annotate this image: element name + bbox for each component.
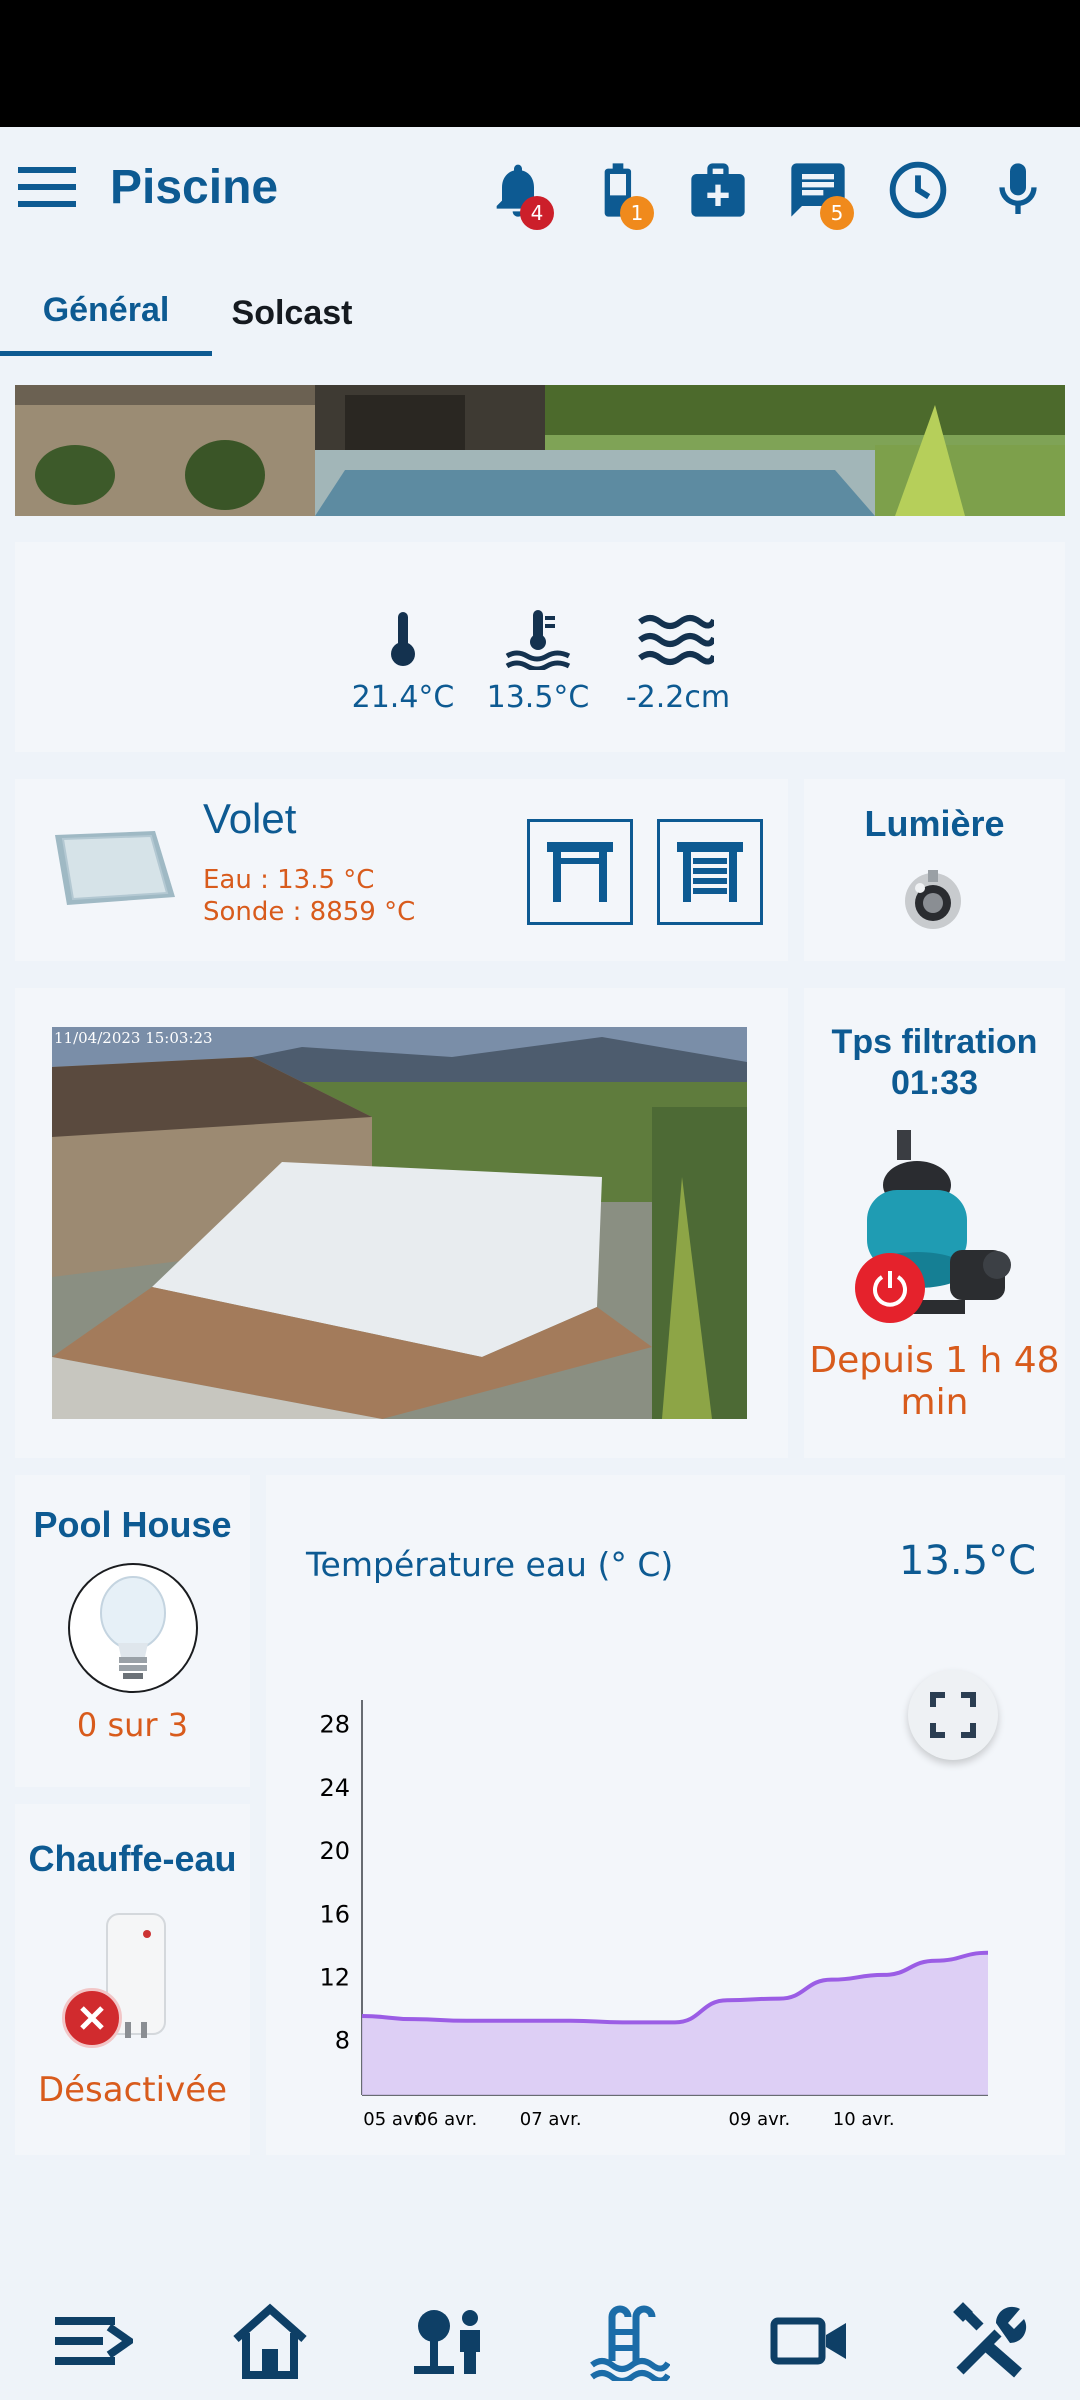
y-tick-label: 28 [319, 1711, 350, 1739]
bottom-nav [0, 2265, 1080, 2400]
tab-general[interactable]: Général [0, 270, 212, 356]
nav-camera[interactable] [760, 2296, 860, 2386]
volet-eau-text: Eau : 13.5 °C [203, 865, 375, 895]
power-icon [873, 1271, 907, 1307]
notification-badge: 4 [520, 196, 554, 230]
notifications-button[interactable]: 4 [482, 150, 554, 230]
water-level-value: -2.2cm [625, 680, 731, 715]
filtration-power-button[interactable] [855, 1253, 925, 1323]
volet-close-button[interactable] [657, 819, 763, 925]
lumiere-title: Lumière [864, 803, 1005, 844]
x-tick-label: 07 avr. [520, 2109, 582, 2130]
water-temp-chart: 81216202428 05 avr.06 avr. 07 avr. 09 avr.… [319, 1700, 989, 2130]
pool-banner-image [15, 385, 1065, 516]
water-level-icon [638, 614, 717, 666]
filtration-title: Tps filtration [831, 1023, 1038, 1061]
light-bulb-icon [100, 1576, 166, 1679]
chauffe-eau-title: Chauffe-eau [28, 1838, 237, 1879]
messages-badge: 5 [820, 196, 854, 230]
cover-close-icon [677, 842, 743, 902]
thermometer-icon [385, 610, 421, 668]
y-tick-label: 20 [319, 1837, 350, 1865]
chauffe-eau-status: Désactivée [37, 2070, 228, 2110]
status-bar [0, 0, 1080, 127]
tools-icon [953, 2302, 1027, 2378]
pool-light-icon[interactable] [900, 868, 966, 934]
first-aid-icon [691, 163, 745, 217]
battery-badge: 1 [620, 196, 654, 230]
volet-title: Volet [203, 795, 297, 842]
cover-open-icon [547, 842, 613, 902]
water-temp-value: 13.5°C [486, 680, 590, 715]
medical-button[interactable] [682, 150, 754, 230]
camera-timestamp: 11/04/2023 15:03:23 [54, 1029, 213, 1047]
nav-menu[interactable] [43, 2296, 143, 2386]
x-tick-label: 06 avr. [415, 2109, 477, 2130]
pool-camera-feed[interactable]: 11/04/2023 15:03:23 [52, 1027, 747, 1419]
volet-sonde-text: Sonde : 8859 °C [203, 897, 416, 927]
filtration-status-line1: Depuis 1 h 48 [809, 1340, 1060, 1381]
page-title: Piscine [110, 161, 279, 214]
menu-list-icon [55, 2317, 133, 2365]
x-tick-label: 10 avr. [833, 2109, 895, 2130]
chart-title: Température eau (° C) [306, 1545, 674, 1584]
y-tick-label: 24 [319, 1774, 350, 1802]
pool-ladder-icon [590, 2305, 670, 2381]
messages-button[interactable]: 5 [782, 150, 854, 230]
pool-cover-icon [55, 825, 175, 910]
volet-open-button[interactable] [527, 819, 633, 925]
nav-pool[interactable] [580, 2296, 680, 2386]
y-tick-label: 8 [335, 2027, 350, 2055]
pool-house-title: Pool House [33, 1504, 232, 1545]
tab-solcast[interactable]: Solcast [212, 270, 372, 356]
filtration-status-line2: min [900, 1382, 969, 1423]
water-thermometer-icon [505, 608, 571, 672]
nav-home[interactable] [220, 2296, 320, 2386]
x-tick-label: 09 avr. [728, 2109, 790, 2130]
garden-person-icon [414, 2310, 480, 2374]
battery-button[interactable]: 1 [582, 150, 654, 230]
home-icon [233, 2303, 307, 2379]
pool-house-light-button[interactable] [68, 1563, 198, 1693]
heater-disabled-icon[interactable] [62, 1988, 122, 2048]
voice-button[interactable] [982, 150, 1054, 230]
microphone-icon [999, 163, 1037, 214]
chart-current-value: 13.5°C [899, 1538, 1036, 1584]
filtration-time: 01:33 [891, 1064, 978, 1102]
nav-settings[interactable] [940, 2296, 1040, 2386]
y-tick-label: 12 [319, 1964, 350, 1992]
y-tick-label: 16 [319, 1900, 350, 1928]
air-temp-value: 21.4°C [351, 680, 455, 715]
nav-garden[interactable] [400, 2296, 500, 2386]
history-button[interactable] [882, 150, 954, 230]
hamburger-menu-icon[interactable] [18, 165, 76, 209]
video-camera-icon [770, 2317, 846, 2365]
pool-house-status: 0 sur 3 [76, 1706, 189, 1744]
clock-icon [889, 161, 947, 219]
